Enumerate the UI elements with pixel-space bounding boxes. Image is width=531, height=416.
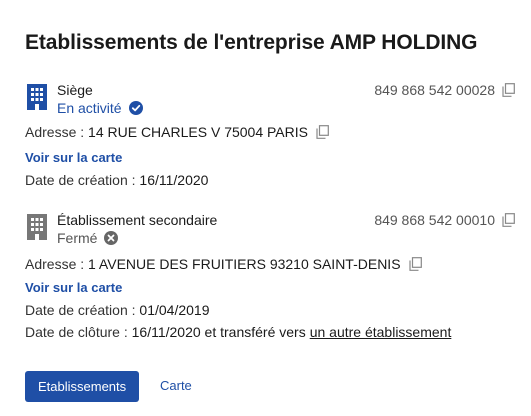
address-value: 1 AVENUE DES FRUITIERS 93210 SAINT-DENIS xyxy=(88,256,401,272)
creation-date: 16/11/2020 xyxy=(139,172,209,188)
closure-date: 16/11/2020 xyxy=(131,324,201,340)
siret-number: 849 868 542 00028 xyxy=(374,82,515,98)
map-button[interactable]: Carte xyxy=(160,378,192,393)
check-circle-icon xyxy=(128,101,143,115)
establishment-name: Siège xyxy=(57,82,93,98)
close-circle-icon xyxy=(104,231,119,245)
creation-date: 01/04/2019 xyxy=(139,302,210,318)
building-icon xyxy=(27,84,47,110)
creation-label: Date de création : xyxy=(25,172,136,188)
establishments-button[interactable]: Etablissements xyxy=(25,371,140,402)
address-value: 14 RUE CHARLES V 75004 PARIS xyxy=(88,124,308,140)
creation-date-row: Date de création : 16/11/2020 xyxy=(25,172,208,188)
siret-number: 849 868 542 00010 xyxy=(374,212,515,228)
status-badge: Fermé xyxy=(57,230,119,246)
copy-icon[interactable] xyxy=(502,213,515,227)
address-label: Adresse : xyxy=(25,256,85,272)
copy-icon[interactable] xyxy=(408,257,422,271)
closure-label: Date de clôture : xyxy=(25,324,128,340)
address-row: Adresse : 1 AVENUE DES FRUITIERS 93210 S… xyxy=(25,256,422,272)
address-label: Adresse : xyxy=(25,124,85,140)
status-badge: En activité xyxy=(57,100,143,116)
creation-date-row: Date de création : 01/04/2019 xyxy=(25,302,209,318)
status-label: Fermé xyxy=(57,230,98,246)
building-icon xyxy=(27,214,47,240)
address-row: Adresse : 14 RUE CHARLES V 75004 PARIS xyxy=(25,124,329,140)
copy-icon[interactable] xyxy=(502,83,515,97)
siret-value: 849 868 542 00010 xyxy=(374,212,495,228)
creation-label: Date de création : xyxy=(25,302,136,318)
establishment-name: Établissement secondaire xyxy=(57,212,218,228)
map-link[interactable]: Voir sur la carte xyxy=(25,150,122,165)
copy-icon[interactable] xyxy=(316,125,329,139)
transfer-text: et transféré vers xyxy=(204,324,306,340)
transfer-link[interactable]: un autre établissement xyxy=(310,324,452,340)
siret-value: 849 868 542 00028 xyxy=(374,82,495,98)
page-title: Etablissements de l'entreprise AMP HOLDI… xyxy=(25,31,478,54)
map-link[interactable]: Voir sur la carte xyxy=(25,280,122,295)
status-label: En activité xyxy=(57,100,122,116)
closure-date-row: Date de clôture : 16/11/2020 et transfér… xyxy=(25,324,451,340)
